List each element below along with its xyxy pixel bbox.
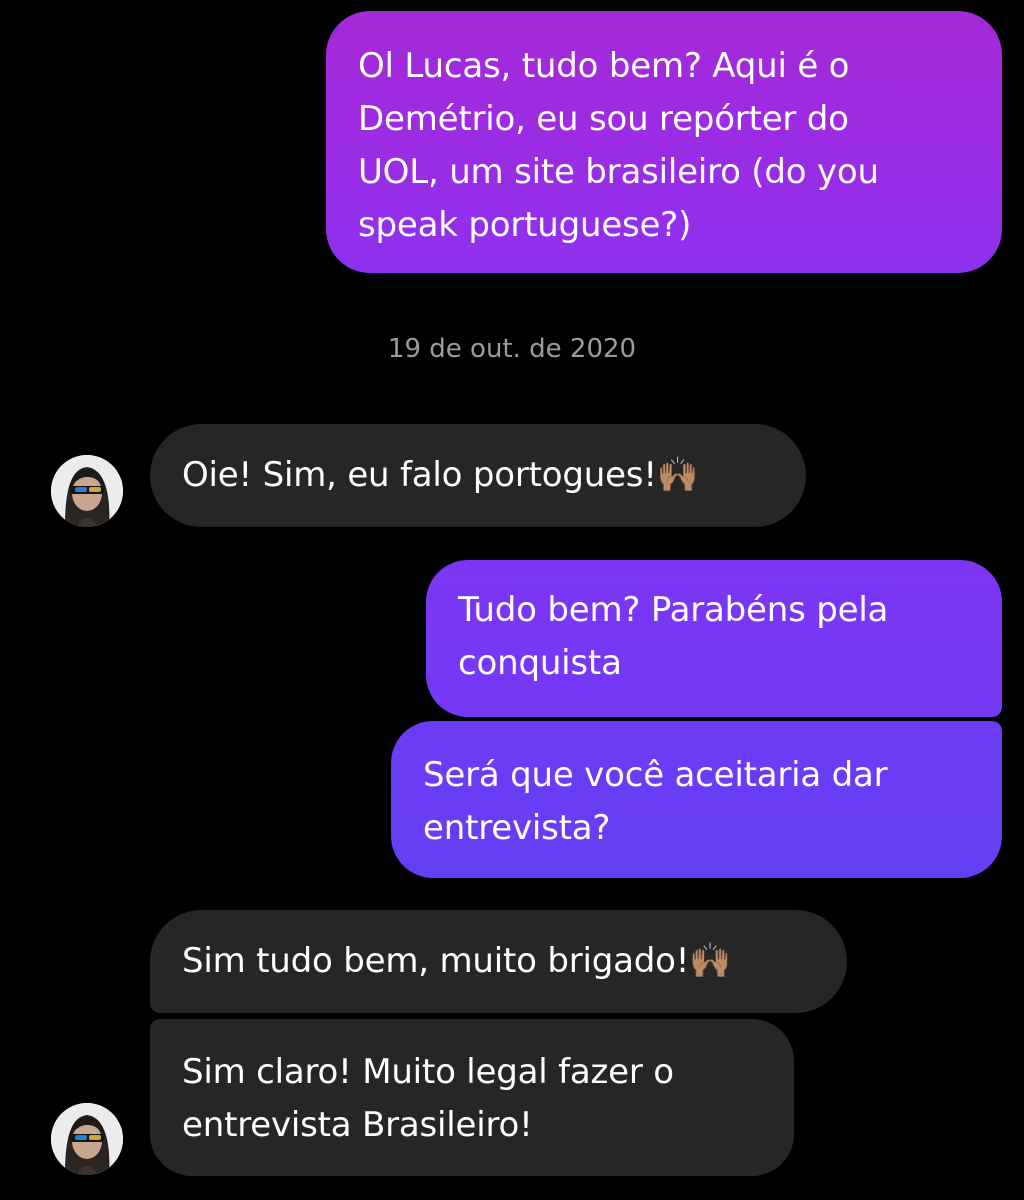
user-avatar-photo-icon [51,455,123,527]
sent-message-bubble[interactable]: Será que você aceitaria dar entrevista? [391,721,1002,878]
contact-avatar[interactable] [51,455,123,527]
received-message-bubble[interactable]: Sim tudo bem, muito brigado!🙌🏽 [150,910,847,1013]
received-message-bubble[interactable]: Sim claro! Muito legal fazer o entrevist… [150,1019,794,1176]
date-divider: 19 de out. de 2020 [0,330,1024,368]
contact-avatar[interactable] [51,1103,123,1175]
sent-message-bubble[interactable]: Tudo bem? Parabéns pela conquista [426,560,1002,717]
sent-message-bubble[interactable]: Ol Lucas, tudo bem? Aqui é o Demétrio, e… [326,11,1002,273]
user-avatar-photo-icon [51,1103,123,1175]
received-message-bubble[interactable]: Oie! Sim, eu falo portogues!🙌🏽 [150,424,806,527]
date-divider-label: 19 de out. de 2020 [387,334,637,364]
